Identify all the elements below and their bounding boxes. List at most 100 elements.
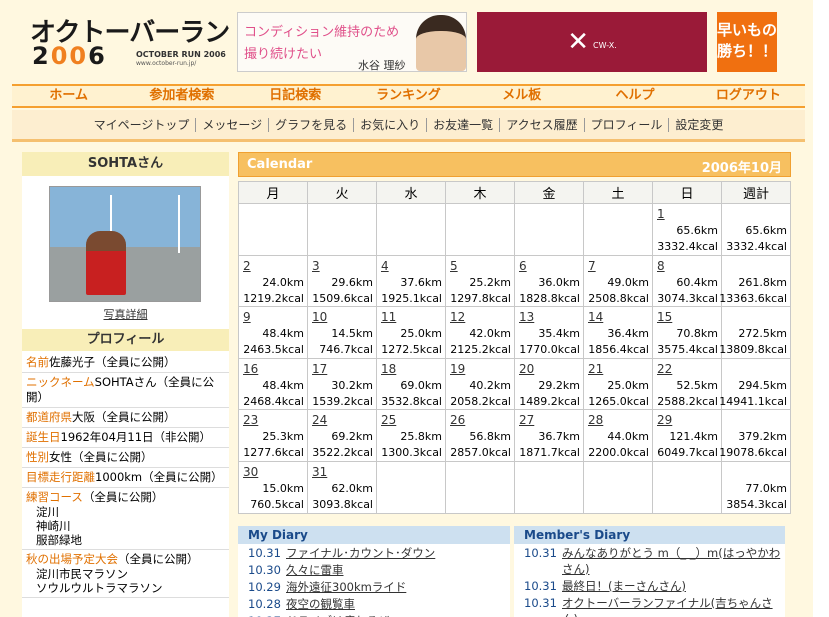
calendar-day-cell[interactable]: 17 30.2km 1539.2kcal <box>307 357 377 411</box>
my-diary: My Diary 10.31 ファイナル･カウント･ダウン 10.30 久々に雷車 10… <box>238 526 510 617</box>
calendar-day-link[interactable]: 2 <box>243 259 251 273</box>
calendar-day-link[interactable]: 1 <box>657 207 665 221</box>
calendar-day-cell[interactable]: 25 25.8km 1300.3kcal <box>376 409 446 462</box>
diary-title-link[interactable]: 久々に雷車 <box>286 562 344 578</box>
subnav-profile[interactable]: プロフィール <box>583 117 669 132</box>
diary-title-link[interactable]: オクトーバーランファイナル(吉ちゃんさん) <box>562 595 785 617</box>
calorie-value: 1277.6kcal <box>243 446 304 460</box>
calendar-day-link[interactable]: 30 <box>243 465 258 479</box>
calendar-day-cell[interactable]: 21 25.0km 1265.0kcal <box>583 357 653 411</box>
calendar-day-link[interactable]: 23 <box>243 413 258 427</box>
calendar-day-link[interactable]: 5 <box>450 259 458 273</box>
diary-title-link[interactable]: ファイナル･カウント･ダウン <box>286 545 435 561</box>
calendar-day-cell[interactable]: 9 48.4km 2463.5kcal <box>238 306 308 359</box>
calendar-day-link[interactable]: 9 <box>243 310 251 324</box>
nav-mail-board[interactable]: メル板 <box>465 86 578 106</box>
calendar-day-link[interactable]: 31 <box>312 465 327 479</box>
site-logo[interactable]: オクトーバーラン 2006 OCTOBER RUN 2006 www.octob… <box>28 12 230 70</box>
calendar-day-link[interactable]: 4 <box>381 259 389 273</box>
calendar-day-cell[interactable]: 7 49.0km 2508.8kcal <box>583 254 653 308</box>
vertical-scrollbar[interactable] <box>813 0 829 617</box>
calendar-day-cell[interactable]: 6 36.0km 1828.8kcal <box>514 254 584 308</box>
calendar-day-link[interactable]: 21 <box>588 362 603 376</box>
calendar-day-link[interactable]: 19 <box>450 362 465 376</box>
calendar-day-cell[interactable]: 30 15.0km 760.5kcal <box>238 460 308 514</box>
subnav-messages[interactable]: メッセージ <box>195 117 268 132</box>
calendar-day-cell[interactable]: 28 44.0km 2200.0kcal <box>583 409 653 462</box>
calendar-day-link[interactable]: 13 <box>519 310 534 324</box>
calendar-day-cell[interactable]: 15 70.8km 3575.4kcal <box>652 306 722 359</box>
calendar-day-cell[interactable]: 29 121.4km 6049.7kcal <box>652 409 722 462</box>
calendar-day-cell[interactable]: 16 48.4km 2468.4kcal <box>238 357 308 411</box>
calendar-day-cell[interactable]: 26 56.8km 2857.0kcal <box>445 409 515 462</box>
calendar-day-link[interactable]: 17 <box>312 362 327 376</box>
calendar-day-link[interactable]: 16 <box>243 362 258 376</box>
calendar-day-cell[interactable]: 11 25.0km 1272.5kcal <box>376 306 446 359</box>
subnav-access-history[interactable]: アクセス履歴 <box>499 117 583 132</box>
nav-diary-search[interactable]: 日記検索 <box>239 86 352 106</box>
calendar-day-link[interactable]: 3 <box>312 259 320 273</box>
calendar-day-link[interactable]: 29 <box>657 413 672 427</box>
diary-title-link[interactable]: 海外遠征300kmライド <box>286 579 406 595</box>
calendar-day-cell[interactable]: 18 69.0km 3532.8kcal <box>376 357 446 411</box>
calendar-day-cell[interactable]: 19 40.2km 2058.2kcal <box>445 357 515 411</box>
ad-banner-hurry[interactable]: 早いもの 勝ち！！ <box>717 12 777 72</box>
calendar-day-cell[interactable]: 1 65.6km 3332.4kcal <box>652 203 722 256</box>
calendar-day-link[interactable]: 11 <box>381 310 396 324</box>
subnav-friends[interactable]: お友達一覧 <box>426 117 499 132</box>
distance-value: 40.2km <box>469 378 511 392</box>
calendar-day-link[interactable]: 22 <box>657 362 672 376</box>
calendar-day-link[interactable]: 26 <box>450 413 465 427</box>
nav-home[interactable]: ホーム <box>12 86 125 106</box>
calendar-day-cell[interactable]: 13 35.4km 1770.0kcal <box>514 306 584 359</box>
calendar-day-link[interactable]: 12 <box>450 310 465 324</box>
calendar-day-cell[interactable]: 3 29.6km 1509.6kcal <box>307 254 377 308</box>
nav-help[interactable]: ヘルプ <box>578 86 691 106</box>
nav-logout[interactable]: ログアウト <box>692 86 805 106</box>
ad-banner-condition[interactable]: コンディション維持のため 撮り続けたい 水谷 理紗 <box>237 12 467 72</box>
user-photo[interactable] <box>49 186 201 302</box>
calendar-day-cell[interactable]: 8 60.4km 3074.3kcal <box>652 254 722 308</box>
calendar-day-cell[interactable]: 12 42.0km 2125.2kcal <box>445 306 515 359</box>
distance-value: 69.2km <box>331 430 373 444</box>
calendar-day-link[interactable]: 25 <box>381 413 396 427</box>
calendar-day-link[interactable]: 8 <box>657 259 665 273</box>
diary-title-link[interactable]: 夜空の観覧車 <box>286 596 355 612</box>
diary-title-link[interactable]: みんなありがとう m（_ _）m(はっやかわさん) <box>562 545 785 577</box>
calendar-table: 月火水木金土日週計 1 65.6km 3332.4kcal 65.6km 3332.4k… <box>238 181 791 514</box>
subnav-graph[interactable]: グラフを見る <box>268 117 353 132</box>
calendar-day-link[interactable]: 18 <box>381 362 396 376</box>
nav-participant-search[interactable]: 参加者検索 <box>125 86 238 106</box>
calendar-day-link[interactable]: 14 <box>588 310 603 324</box>
calendar-day-cell[interactable]: 10 14.5km 746.7kcal <box>307 306 377 359</box>
distance-value: 272.5km <box>738 327 787 341</box>
diary-title-link[interactable]: ドライブは疲れるぜ <box>286 613 390 617</box>
subnav-settings[interactable]: 設定変更 <box>668 117 729 132</box>
calendar-day-cell[interactable]: 22 52.5km 2588.2kcal <box>652 357 722 411</box>
calendar-day-cell[interactable]: 20 29.2km 1489.2kcal <box>514 357 584 411</box>
calendar-day-link[interactable]: 15 <box>657 310 672 324</box>
calendar-day-link[interactable]: 28 <box>588 413 603 427</box>
calendar-day-cell[interactable]: 14 36.4km 1856.4kcal <box>583 306 653 359</box>
calendar-day-cell[interactable]: 24 69.2km 3522.2kcal <box>307 409 377 462</box>
calendar-day-link[interactable]: 6 <box>519 259 527 273</box>
nav-ranking[interactable]: ランキング <box>352 86 465 106</box>
photo-detail-link[interactable]: 写真詳細 <box>22 306 229 322</box>
calendar-day-link[interactable]: 27 <box>519 413 534 427</box>
subnav-mypage-top[interactable]: マイページトップ <box>88 118 196 132</box>
profile-value: 佐藤光子（全員に公開） <box>49 355 176 369</box>
calendar-day-link[interactable]: 20 <box>519 362 534 376</box>
calendar-day-cell[interactable]: 23 25.3km 1277.6kcal <box>238 409 308 462</box>
calendar-day-cell[interactable]: 27 36.7km 1871.7kcal <box>514 409 584 462</box>
calendar-day-cell[interactable]: 2 24.0km 1219.2kcal <box>238 254 308 308</box>
ad-banner-cwx[interactable]: ✕ CW-X. <box>477 12 707 72</box>
subnav-favorites[interactable]: お気に入り <box>353 117 426 132</box>
calendar-day-link[interactable]: 24 <box>312 413 327 427</box>
calendar-day-cell[interactable]: 31 62.0km 3093.8kcal <box>307 460 377 514</box>
calendar-month: 2006年10月 <box>701 161 782 176</box>
calendar-day-cell[interactable]: 4 37.6km 1925.1kcal <box>376 254 446 308</box>
calendar-day-link[interactable]: 10 <box>312 310 327 324</box>
calendar-day-link[interactable]: 7 <box>588 259 596 273</box>
calendar-day-cell[interactable]: 5 25.2km 1297.8kcal <box>445 254 515 308</box>
diary-title-link[interactable]: 最終日！(まーさんさん) <box>562 578 686 594</box>
